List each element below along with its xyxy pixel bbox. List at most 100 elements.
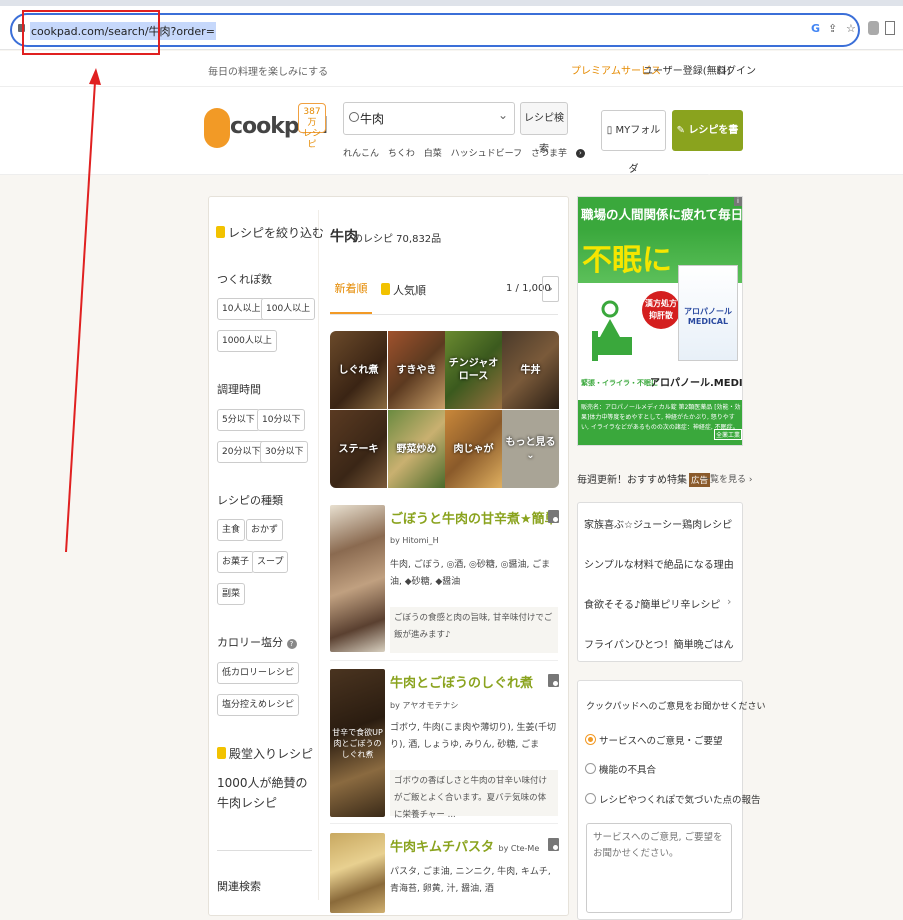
radio-bug-report[interactable] xyxy=(585,763,596,774)
category-tile[interactable]: 肉じゃが xyxy=(445,410,502,488)
chip-tsukurepo-100[interactable]: 100人以上 xyxy=(261,298,316,320)
category-tile[interactable]: チンジャオロース xyxy=(445,331,502,409)
recipe-author[interactable]: by アヤオモテナシ xyxy=(390,700,458,711)
category-tile[interactable]: すきやき xyxy=(388,331,445,409)
help-icon[interactable]: ? xyxy=(286,639,297,649)
ad-seal: 漢方処方 抑肝散 xyxy=(642,291,680,329)
recipe-title[interactable]: 牛肉とごぼうのしぐれ煮 xyxy=(390,672,533,691)
feedback-textarea[interactable] xyxy=(586,823,732,913)
filter-heading: レシピを絞り込む xyxy=(216,224,324,241)
radio-label[interactable]: レシピやつくれぽで気づいた点の報告 xyxy=(599,792,761,806)
radio-recipe-report[interactable] xyxy=(585,793,596,804)
radio-label[interactable]: サービスへのご意見・ご要望 xyxy=(599,733,723,747)
save-icon[interactable] xyxy=(548,838,559,851)
share-icon[interactable]: ⇪ xyxy=(828,22,837,35)
chip-time-20[interactable]: 20分以下 xyxy=(217,441,266,463)
save-icon[interactable] xyxy=(548,510,559,523)
feature-item[interactable]: フライパンひとつ！簡単晩ごはん xyxy=(584,636,734,651)
chip-type-subdish[interactable]: 副菜 xyxy=(217,583,246,605)
radio-service-feedback[interactable] xyxy=(585,734,596,745)
kitchen-icon xyxy=(217,747,226,759)
google-icon[interactable]: G xyxy=(811,22,820,35)
feature-title: 毎週更新！おすすめ特集 広告 xyxy=(577,471,711,487)
filter-heading-label: レシピを絞り込む xyxy=(228,226,325,240)
feature-item[interactable]: 食欲そそる♪簡単ピリ辛レシピ xyxy=(584,596,720,611)
category-label: すきやき xyxy=(396,364,437,376)
category-tile[interactable]: しぐれ煮 xyxy=(330,331,387,409)
chip-type-soup[interactable]: スープ xyxy=(252,551,289,573)
chip-tsukurepo-10[interactable]: 10人以上 xyxy=(217,298,266,320)
kitchen-icon xyxy=(216,226,225,238)
category-tile[interactable]: 野菜炒め xyxy=(388,410,445,488)
save-icon[interactable] xyxy=(548,674,559,687)
radio-label[interactable]: 機能の不具合 xyxy=(599,762,656,776)
see-all-label: 一覧を見る xyxy=(701,475,747,485)
chip-time-10[interactable]: 10分以下 xyxy=(257,409,306,431)
time-title: 調理時間 xyxy=(217,383,261,396)
divider xyxy=(330,660,558,661)
recipe-image[interactable]: 甘辛で食欲UP 肉とごぼうのしぐれ煮 xyxy=(330,669,385,817)
write-recipe-button[interactable]: ✎ レシピを書く xyxy=(672,110,743,177)
chip-tsukurepo-1000[interactable]: 1000人以上 xyxy=(217,330,277,352)
recipe-author[interactable]: by Hitomi_H xyxy=(390,536,439,545)
suggestion-link[interactable]: ちくわ xyxy=(388,149,415,159)
site-tagline: 毎日の料理を楽しみにする xyxy=(208,67,329,78)
sidebar-divider xyxy=(318,210,319,900)
star-icon[interactable]: ☆ xyxy=(846,22,856,35)
calorie-title-label: カロリー塩分 xyxy=(217,636,283,649)
chip-type-staple[interactable]: 主食 xyxy=(217,519,246,541)
recipe-title[interactable]: ごぼうと牛肉の甘辛煮★簡単 xyxy=(390,508,558,527)
annotation-box xyxy=(22,10,160,55)
feature-title-label: 毎週更新！おすすめ特集 xyxy=(577,475,687,486)
suggestion-link[interactable]: さつま芋 xyxy=(531,149,567,159)
tab-newest[interactable]: 新着順 xyxy=(330,270,372,314)
ad-seal-line2: 抑肝散 xyxy=(649,311,673,320)
profile-icon[interactable] xyxy=(885,21,895,35)
my-folder-button[interactable]: ▯ MYフォルダ xyxy=(601,110,666,175)
chevron-right-icon[interactable]: › xyxy=(727,555,731,568)
recipe-author[interactable]: by Cte-Me xyxy=(499,844,540,853)
feature-item[interactable]: 家族喜ぶ☆ジューシー鶏肉レシピ xyxy=(584,516,732,531)
chip-time-5[interactable]: 5分以下 xyxy=(217,409,260,431)
login-link[interactable]: ログイン xyxy=(716,62,756,77)
suggestion-link[interactable]: 白菜 xyxy=(424,149,442,159)
extension-icon[interactable] xyxy=(868,21,879,35)
feature-item[interactable]: シンプルな材料で絶品になる理由 xyxy=(584,556,734,571)
category-tile[interactable]: ステーキ xyxy=(330,410,387,488)
recipe-image[interactable] xyxy=(330,505,385,652)
chip-low-calorie[interactable]: 低カロリーレシピ xyxy=(217,662,300,684)
ad-product-box: アロパノール MEDICAL xyxy=(678,265,738,361)
suggestion-link[interactable]: れんこん xyxy=(343,149,379,159)
chef-hat-icon[interactable] xyxy=(204,108,230,148)
see-all-link[interactable]: 一覧を見る › xyxy=(701,472,752,485)
chip-time-30[interactable]: 30分以下 xyxy=(260,441,309,463)
arrow-right-icon[interactable]: › xyxy=(575,149,585,158)
hall-of-fame-label: 殿堂入りレシピ xyxy=(229,747,314,761)
chevron-right-icon[interactable]: › xyxy=(727,595,731,608)
info-icon[interactable]: i xyxy=(734,197,742,206)
document-icon: ▯ xyxy=(606,125,613,136)
recipe-title[interactable]: 牛肉キムチパスタ by Cte-Me xyxy=(390,836,539,855)
hall-of-fame-link[interactable]: 1000人が絶賛の牛肉レシピ xyxy=(217,773,317,813)
search-value[interactable]: 牛肉 xyxy=(360,110,384,127)
related-search-title: 関連検索 xyxy=(217,880,261,893)
chip-type-side[interactable]: おかず xyxy=(246,519,284,541)
chevron-right-icon[interactable]: › xyxy=(727,635,731,648)
recipe-ingredients: 牛肉, ごぼう, ◎酒, ◎砂糖, ◎醤油, ごま油, ◆砂糖, ◆醤油 xyxy=(390,560,551,587)
tab-popular[interactable]: 人気順 xyxy=(381,282,426,298)
category-tile[interactable]: 牛丼 xyxy=(502,331,559,409)
chevron-right-icon[interactable]: › xyxy=(727,515,731,528)
ad-banner[interactable]: 職場の人間関係に疲れて毎日続く 不眠に 漢方処方抑肝散 アロパノール MEDIC… xyxy=(577,196,743,446)
recipe-description: ゴボウの香ばしさと牛肉の甘辛い味付けがご飯とよく合います。夏バテ気味の体に栄養チ… xyxy=(390,770,558,820)
recipe-count-label: レシピ xyxy=(302,129,321,150)
chip-type-sweets[interactable]: お菓子 xyxy=(217,551,255,573)
recipe-image[interactable] xyxy=(330,833,385,913)
more-categories-tile[interactable]: もっと見る ⌄ xyxy=(502,410,559,488)
chevron-down-icon: ⌄ xyxy=(526,450,535,461)
chevron-down-icon[interactable]: ⌄ xyxy=(498,108,508,122)
search-button[interactable]: レシピ検索 xyxy=(520,102,568,155)
next-page-button[interactable]: › xyxy=(542,276,559,302)
suggestion-link[interactable]: ハッシュドビーフ xyxy=(451,149,522,159)
search-suggestions: れんこん ちくわ 白菜 ハッシュドビーフ さつま芋 › xyxy=(343,146,591,159)
chip-low-salt[interactable]: 塩分控えめレシピ xyxy=(217,694,300,716)
